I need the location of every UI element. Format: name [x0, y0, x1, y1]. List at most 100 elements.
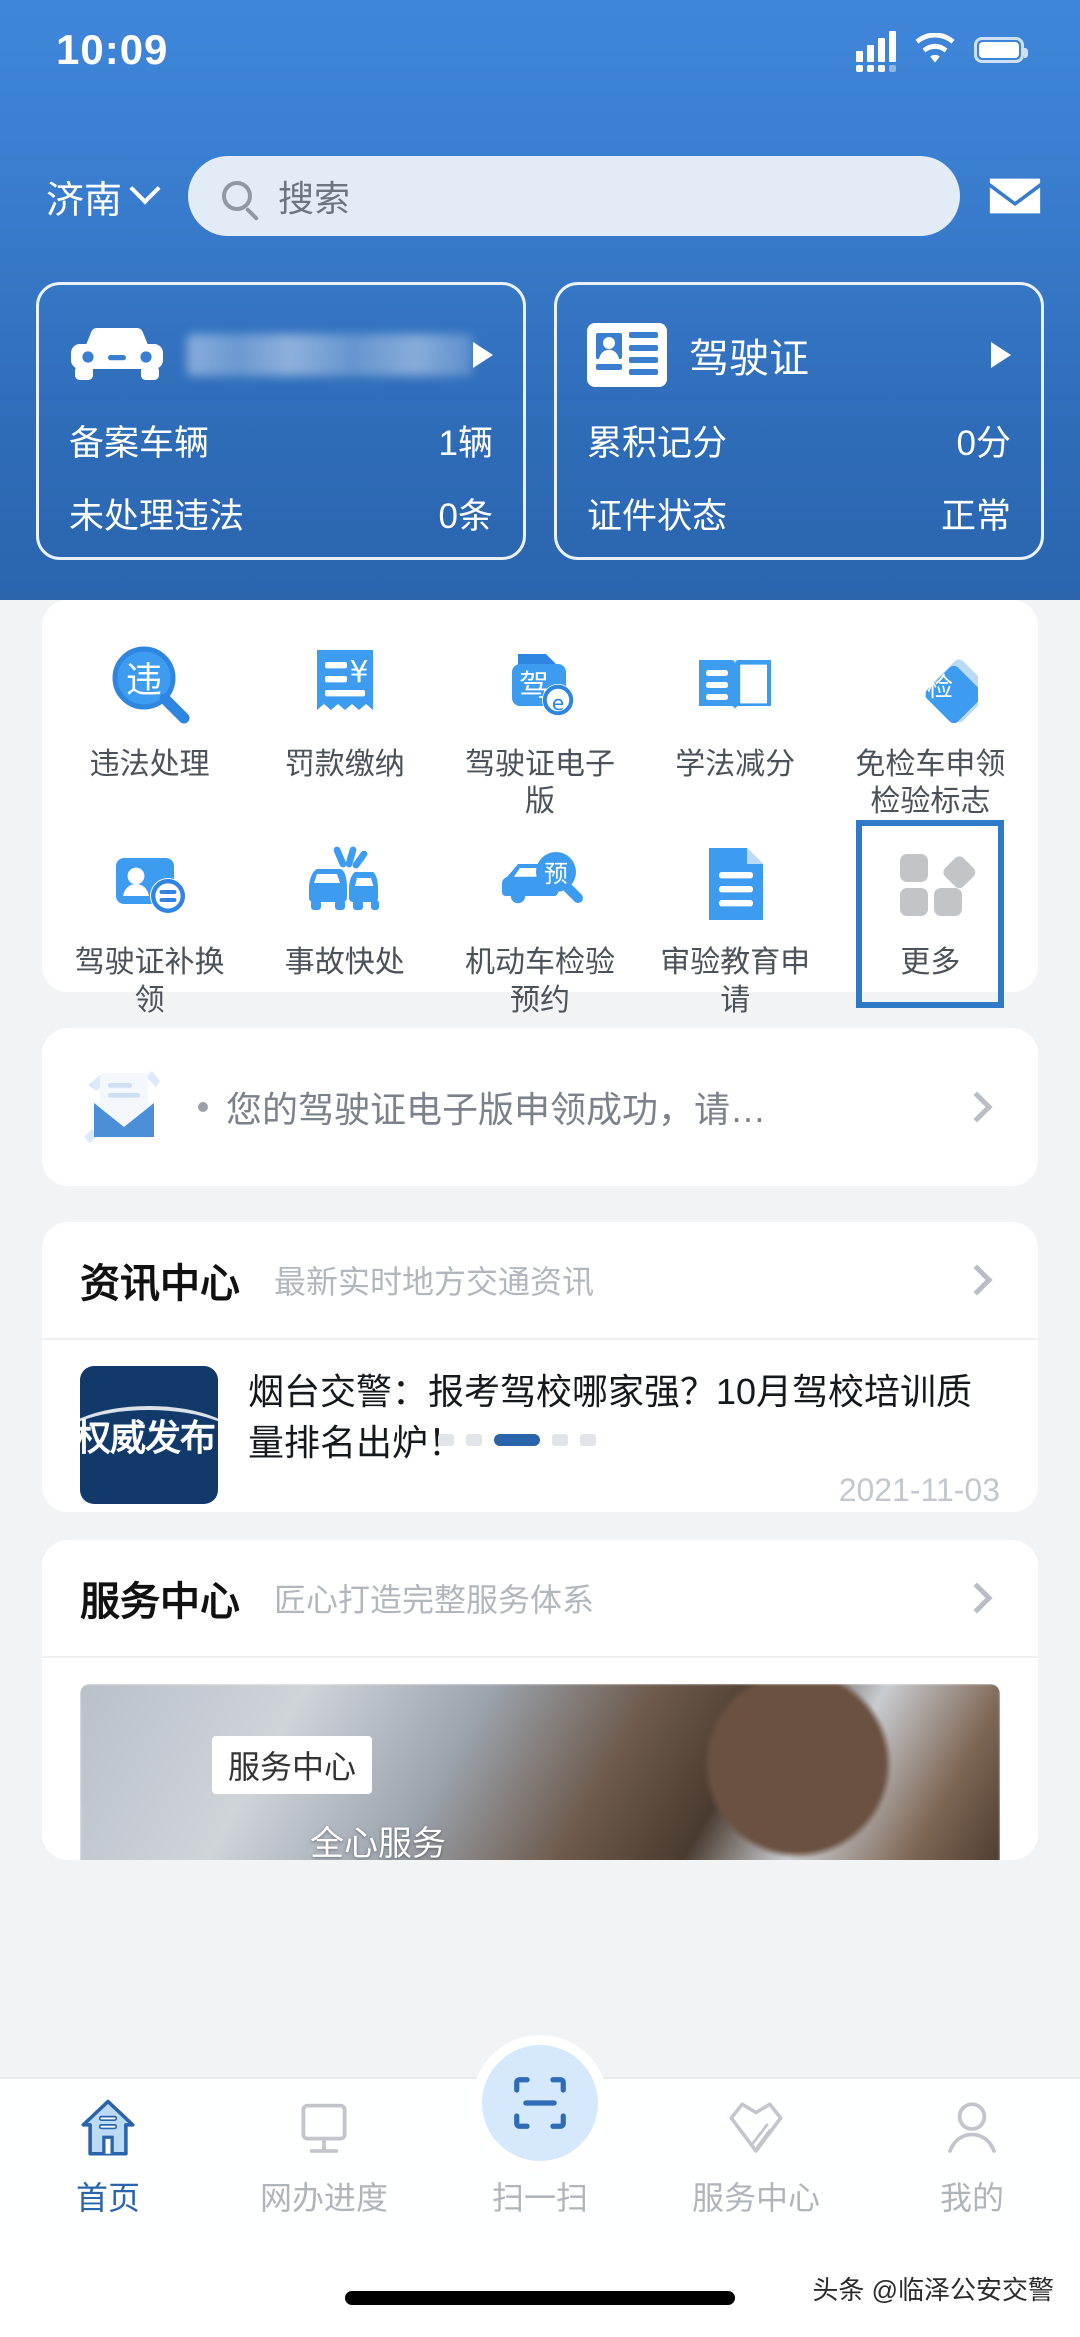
tab-mine[interactable]: 我的	[864, 2093, 1080, 2219]
tab-home[interactable]: 首页	[0, 2093, 216, 2219]
thumbnail-arc	[80, 1406, 218, 1486]
grid-item-label: 事故快处	[262, 944, 427, 981]
row-value: 0分	[957, 415, 1011, 466]
license-card[interactable]: 驾驶证 累积记分 0分 证件状态 正常	[554, 282, 1044, 560]
carousel-indicator[interactable]	[438, 1434, 596, 1446]
tab-label: 服务中心	[692, 2173, 820, 2219]
license-card-header: 驾驶证	[587, 317, 1011, 393]
grid-item-review-education[interactable]: 审验教育申请	[638, 826, 833, 1018]
bullet-dot	[198, 1102, 208, 1112]
mail-icon[interactable]	[986, 174, 1044, 218]
service-center-subtitle: 匠心打造完整服务体系	[274, 1575, 966, 1621]
service-banner-tag: 服务中心	[212, 1736, 372, 1794]
grid-item-more[interactable]: 更多	[833, 826, 1028, 1018]
triangle-right-icon	[473, 342, 493, 368]
document-icon	[687, 836, 783, 932]
table-row: 未处理违法 0条	[69, 488, 493, 539]
table-row: 备案车辆 1辆	[69, 415, 493, 466]
search-row: 济南 搜索	[0, 148, 1080, 244]
tab-service-center[interactable]: 服务中心	[648, 2093, 864, 2219]
quick-actions-panel: 违 违法处理 ¥ 罚款缴纳	[42, 600, 1038, 992]
service-banner-caption: 全心服务	[310, 1816, 446, 1860]
notice-text: 您的驾驶证电子版申领成功，请…	[226, 1081, 966, 1133]
chevron-down-icon	[129, 173, 160, 204]
service-center-title: 服务中心	[80, 1569, 240, 1627]
grid-item-inspection-booking[interactable]: 预 机动车检验预约	[442, 826, 637, 1018]
tab-scan[interactable]: 扫一扫	[432, 2093, 648, 2219]
violation-search-icon: 违	[102, 638, 198, 734]
home-indicator[interactable]	[345, 2291, 735, 2305]
row-label: 未处理违法	[69, 488, 244, 539]
news-item[interactable]: 权威发布 烟台交警：报考驾校哪家强？10月驾校培训质量排名出炉！ 2021-11…	[42, 1340, 1038, 1504]
grid-item-label: 罚款缴纳	[262, 746, 427, 783]
grid-item-violation[interactable]: 违 违法处理	[52, 628, 247, 820]
envelope-icon	[80, 1069, 170, 1145]
notice-banner[interactable]: 您的驾驶证电子版申领成功，请…	[42, 1028, 1038, 1186]
search-icon	[222, 181, 252, 211]
e-license-icon: 驾 e	[492, 638, 588, 734]
tab-label: 扫一扫	[492, 2173, 588, 2219]
carousel-dot[interactable]	[466, 1434, 482, 1446]
service-center-header[interactable]: 服务中心 匠心打造完整服务体系	[42, 1540, 1038, 1658]
chevron-right-icon[interactable]	[961, 1582, 992, 1613]
service-heart-icon	[723, 2093, 789, 2165]
table-row: 证件状态 正常	[587, 488, 1011, 539]
vehicle-plate-blurred	[187, 334, 473, 376]
exemption-diamond-icon: 免检	[882, 638, 978, 734]
app-root: 10:09 济南 搜索	[0, 0, 1080, 2337]
person-icon	[939, 2093, 1005, 2165]
city-selector[interactable]: 济南	[36, 169, 166, 224]
scan-button[interactable]	[482, 2045, 598, 2161]
wifi-icon	[913, 33, 957, 67]
open-book-icon	[687, 638, 783, 734]
car-icon	[69, 326, 165, 384]
row-value: 0条	[439, 488, 493, 539]
receipt-yuan-icon: ¥	[297, 638, 393, 734]
grid-item-e-license[interactable]: 驾 e 驾驶证电子版	[442, 628, 637, 820]
grid-item-label: 机动车检验预约	[457, 944, 622, 1018]
search-input[interactable]: 搜索	[188, 156, 960, 236]
carousel-dot[interactable]	[580, 1434, 596, 1446]
service-banner[interactable]: 服务中心 全心服务	[80, 1684, 1000, 1860]
grid-item-label: 驾驶证电子版	[457, 746, 622, 820]
chevron-right-icon[interactable]	[961, 1264, 992, 1295]
header-banner: 10:09 济南 搜索	[0, 0, 1080, 600]
carousel-dot-active[interactable]	[494, 1434, 540, 1446]
grid-item-label: 驾驶证补换领	[67, 944, 232, 1018]
grid-item-label: 免检车申领检验标志	[848, 746, 1013, 820]
quick-actions-grid: 违 违法处理 ¥ 罚款缴纳	[52, 628, 1028, 1019]
license-renew-icon	[102, 836, 198, 932]
news-center-title: 资讯中心	[80, 1251, 240, 1309]
bottom-tab-bar: 首页 网办进度 扫一扫	[0, 2077, 1080, 2240]
tab-label: 我的	[940, 2173, 1004, 2219]
status-bar: 10:09	[0, 0, 1080, 100]
id-card-icon	[587, 323, 667, 387]
accident-cars-icon	[297, 836, 393, 932]
vehicle-card[interactable]: 备案车辆 1辆 未处理违法 0条	[36, 282, 526, 560]
more-highlight-box	[856, 820, 1004, 1008]
grid-item-study-points[interactable]: 学法减分	[638, 628, 833, 820]
grid-item-fine-payment[interactable]: ¥ 罚款缴纳	[247, 628, 442, 820]
carousel-dot[interactable]	[438, 1434, 454, 1446]
grid-item-accident[interactable]: 事故快处	[247, 826, 442, 1018]
news-item-body: 烟台交警：报考驾校哪家强？10月驾校培训质量排名出炉！ 2021-11-03	[248, 1366, 1000, 1504]
service-center-card: 服务中心 匠心打造完整服务体系 服务中心 全心服务	[42, 1540, 1038, 1860]
svg-text:预: 预	[544, 860, 568, 888]
news-center-header[interactable]: 资讯中心 最新实时地方交通资讯	[42, 1222, 1038, 1340]
row-label: 备案车辆	[69, 415, 209, 466]
grid-item-license-renew[interactable]: 驾驶证补换领	[52, 826, 247, 1018]
news-center-card: 资讯中心 最新实时地方交通资讯 权威发布 烟台交警：报考驾校哪家强？10月驾校培…	[42, 1222, 1038, 1512]
tab-label: 网办进度	[260, 2173, 388, 2219]
grid-item-label: 审验教育申请	[653, 944, 818, 1018]
tab-label: 首页	[76, 2173, 140, 2219]
grid-item-label: 学法减分	[653, 746, 818, 783]
home-icon	[75, 2093, 141, 2165]
carousel-dot[interactable]	[552, 1434, 568, 1446]
chevron-right-icon[interactable]	[961, 1091, 992, 1122]
grid-item-exemption[interactable]: 免检 免检车申领检验标志	[833, 628, 1028, 820]
tab-progress[interactable]: 网办进度	[216, 2093, 432, 2219]
svg-text:免检: 免检	[901, 673, 953, 703]
svg-text:¥: ¥	[349, 655, 368, 690]
row-label: 累积记分	[587, 415, 727, 466]
status-time: 10:09	[56, 26, 168, 74]
